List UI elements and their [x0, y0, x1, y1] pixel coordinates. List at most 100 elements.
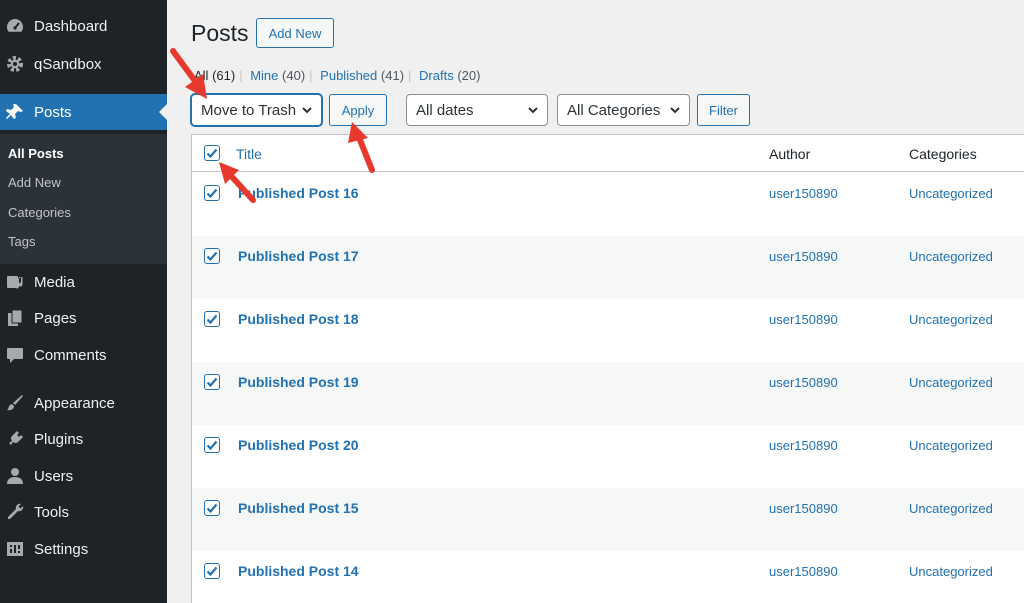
add-new-button[interactable]: Add New	[256, 18, 334, 48]
view-drafts-label: Drafts	[419, 68, 454, 83]
post-title-link[interactable]: Published Post 16	[238, 185, 359, 201]
menu-label: Comments	[34, 346, 107, 364]
bulk-action-select[interactable]: Move to Trash	[191, 94, 322, 126]
post-category-link[interactable]: Uncategorized	[909, 438, 993, 453]
post-title-link[interactable]: Published Post 15	[238, 500, 359, 516]
submenu-tags[interactable]: Tags	[8, 234, 35, 249]
post-title-link[interactable]: Published Post 20	[238, 437, 359, 453]
select-all-checkbox[interactable]	[204, 145, 220, 161]
post-category-link[interactable]: Uncategorized	[909, 186, 993, 201]
comment-icon	[5, 345, 25, 365]
menu-item-pages[interactable]: Pages	[0, 300, 167, 336]
checkmark-icon	[206, 188, 218, 199]
submenu-categories[interactable]: Categories	[8, 205, 71, 220]
chevron-down-icon	[302, 107, 312, 114]
post-author-link[interactable]: user150890	[769, 312, 838, 327]
table-row: Published Post 20 user150890 Uncategoriz…	[192, 425, 1024, 488]
view-separator: |	[309, 68, 313, 83]
post-category-link[interactable]: Uncategorized	[909, 501, 993, 516]
pin-icon	[5, 102, 25, 122]
post-author-link[interactable]: user150890	[769, 564, 838, 579]
view-mine-label: Mine	[250, 68, 279, 83]
pages-icon	[5, 308, 25, 328]
row-checkbox[interactable]	[204, 500, 220, 516]
view-all-label: All	[194, 68, 209, 83]
menu-item-users[interactable]: Users	[0, 458, 167, 494]
category-filter-value: All Categories	[567, 101, 661, 119]
menu-label: Appearance	[34, 394, 115, 412]
view-separator: |	[408, 68, 412, 83]
menu-label: Dashboard	[34, 17, 108, 35]
post-title-link[interactable]: Published Post 14	[238, 563, 359, 579]
plug-icon	[5, 429, 25, 449]
menu-item-plugins[interactable]: Plugins	[0, 421, 167, 457]
chevron-down-icon	[670, 107, 680, 114]
post-author-link[interactable]: user150890	[769, 501, 838, 516]
post-category-link[interactable]: Uncategorized	[909, 564, 993, 579]
bulk-action-value: Move to Trash	[201, 101, 297, 119]
post-category-link[interactable]: Uncategorized	[909, 312, 993, 327]
brush-icon	[5, 393, 25, 413]
submenu-add-new[interactable]: Add New	[8, 175, 61, 190]
menu-label: Posts	[34, 103, 72, 121]
table-row: Published Post 14 user150890 Uncategoriz…	[192, 551, 1024, 603]
view-mine[interactable]: Mine (40)	[250, 68, 305, 83]
post-author-link[interactable]: user150890	[769, 249, 838, 264]
post-title-link[interactable]: Published Post 18	[238, 311, 359, 327]
post-title-link[interactable]: Published Post 17	[238, 248, 359, 264]
user-icon	[5, 466, 25, 486]
gear-icon	[5, 54, 25, 74]
menu-item-media[interactable]: Media	[0, 264, 167, 300]
posts-table: Title Author Categories Published Post 1…	[191, 134, 1024, 603]
checkmark-icon	[206, 377, 218, 388]
row-checkbox[interactable]	[204, 563, 220, 579]
post-author-link[interactable]: user150890	[769, 438, 838, 453]
posts-submenu: All Posts Add New Categories Tags	[0, 134, 167, 264]
row-checkbox[interactable]	[204, 185, 220, 201]
column-title-header[interactable]: Title	[236, 146, 262, 162]
settings-icon	[5, 539, 25, 559]
menu-item-settings[interactable]: Settings	[0, 531, 167, 567]
apply-button[interactable]: Apply	[329, 94, 387, 126]
column-categories-header: Categories	[909, 146, 977, 162]
date-filter-select[interactable]: All dates	[406, 94, 548, 126]
filter-button[interactable]: Filter	[697, 94, 750, 126]
post-category-link[interactable]: Uncategorized	[909, 249, 993, 264]
category-filter-select[interactable]: All Categories	[557, 94, 690, 126]
table-row: Published Post 16 user150890 Uncategoriz…	[192, 173, 1024, 236]
view-mine-count: (40)	[282, 68, 306, 83]
menu-item-posts[interactable]: Posts	[0, 94, 167, 130]
column-author-header: Author	[769, 146, 811, 162]
menu-item-qsandbox[interactable]: qSandbox	[0, 46, 167, 82]
post-author-link[interactable]: user150890	[769, 186, 838, 201]
menu-item-tools[interactable]: Tools	[0, 494, 167, 530]
checkmark-icon	[206, 251, 218, 262]
table-row: Published Post 17 user150890 Uncategoriz…	[192, 236, 1024, 299]
view-drafts-count: (20)	[457, 68, 481, 83]
view-drafts[interactable]: Drafts (20)	[419, 68, 480, 83]
submenu-all-posts[interactable]: All Posts	[8, 146, 64, 161]
menu-item-comments[interactable]: Comments	[0, 337, 167, 373]
post-category-link[interactable]: Uncategorized	[909, 375, 993, 390]
post-author-link[interactable]: user150890	[769, 375, 838, 390]
menu-item-appearance[interactable]: Appearance	[0, 385, 167, 421]
checkmark-icon	[206, 314, 218, 325]
menu-item-dashboard[interactable]: Dashboard	[0, 8, 167, 44]
checkmark-icon	[206, 566, 218, 577]
row-checkbox[interactable]	[204, 437, 220, 453]
view-all-count: (61)	[212, 68, 236, 83]
post-title-link[interactable]: Published Post 19	[238, 374, 359, 390]
table-row: Published Post 19 user150890 Uncategoriz…	[192, 362, 1024, 425]
menu-label: Settings	[34, 540, 89, 558]
menu-label: qSandbox	[34, 55, 102, 73]
checkmark-icon	[206, 503, 218, 514]
view-all[interactable]: All (61)	[194, 68, 235, 83]
date-filter-value: All dates	[416, 101, 474, 119]
table-row: Published Post 15 user150890 Uncategoriz…	[192, 488, 1024, 551]
menu-label: Tools	[34, 503, 70, 521]
row-checkbox[interactable]	[204, 374, 220, 390]
dashboard-icon	[5, 16, 25, 36]
row-checkbox[interactable]	[204, 248, 220, 264]
row-checkbox[interactable]	[204, 311, 220, 327]
view-published[interactable]: Published (41)	[320, 68, 404, 83]
